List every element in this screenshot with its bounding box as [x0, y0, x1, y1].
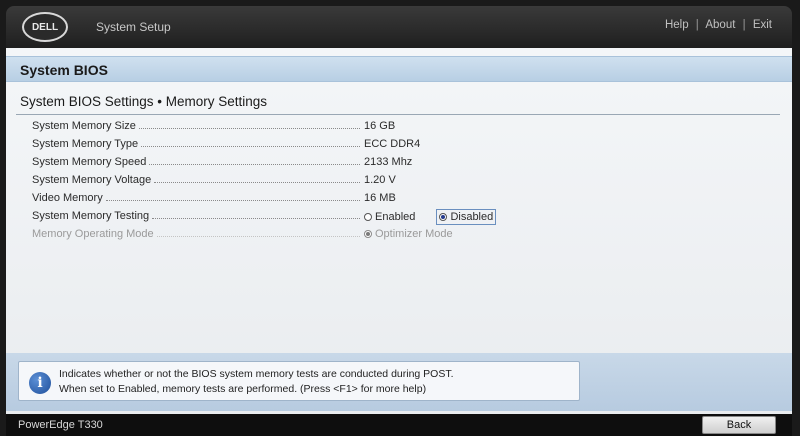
help-line-1: Indicates whether or not the BIOS system… [59, 368, 454, 380]
help-text: Indicates whether or not the BIOS system… [59, 367, 454, 397]
setting-memory-speed: System Memory Speed 2133 Mhz [30, 154, 770, 172]
radio-off-icon [364, 213, 372, 221]
setting-value: ECC DDR4 [364, 138, 421, 150]
setting-memory-size: System Memory Size 16 GB [30, 118, 770, 136]
radio-label: Optimizer Mode [375, 228, 453, 240]
settings-list: System Memory Size 16 GB System Memory T… [30, 118, 770, 244]
subtitle-divider [16, 114, 780, 115]
section-title: System BIOS [20, 62, 108, 78]
exit-link[interactable]: Exit [753, 19, 772, 31]
setting-label: System Memory Size [32, 120, 136, 132]
radio-on-icon [439, 213, 448, 221]
top-header: DELL System Setup Help | About | Exit [6, 6, 792, 48]
setting-video-memory: Video Memory 16 MB [30, 190, 770, 208]
setting-label: Video Memory [32, 192, 103, 204]
help-line-2: When set to Enabled, memory tests are pe… [59, 383, 427, 395]
setting-memory-type: System Memory Type ECC DDR4 [30, 136, 770, 154]
top-links: Help | About | Exit [665, 19, 772, 31]
setting-memory-voltage: System Memory Voltage 1.20 V [30, 172, 770, 190]
page-subtitle: System BIOS Settings • Memory Settings [20, 94, 268, 109]
help-box: i Indicates whether or not the BIOS syst… [18, 361, 580, 401]
radio-label: Disabled [450, 211, 494, 223]
radio-enabled[interactable]: Enabled [364, 211, 415, 223]
radio-on-icon [364, 230, 372, 238]
logo-text: DELL [31, 21, 59, 33]
operating-mode-options: Optimizer Mode [364, 228, 475, 241]
app-title: System Setup [96, 20, 171, 34]
info-icon: i [29, 372, 51, 394]
footer-bar: PowerEdge T330 Back [6, 414, 792, 436]
setting-value: 16 MB [364, 192, 396, 204]
setting-value: 16 GB [364, 120, 396, 132]
setting-label: System Memory Speed [32, 156, 147, 168]
link-separator: | [742, 19, 746, 31]
setting-memory-testing: System Memory Testing Enabled Disabled [30, 208, 770, 226]
dell-logo: DELL [22, 12, 68, 42]
memory-testing-options: Enabled Disabled [364, 209, 517, 225]
radio-disabled[interactable]: Disabled [436, 209, 497, 225]
setting-value: 1.20 V [364, 174, 396, 186]
radio-label: Enabled [375, 211, 416, 223]
setting-label: System Memory Type [32, 138, 139, 150]
about-link[interactable]: About [705, 19, 735, 31]
setting-label: System Memory Voltage [32, 174, 152, 186]
setting-memory-operating-mode: Memory Operating Mode Optimizer Mode [30, 226, 770, 244]
section-band [6, 56, 792, 82]
model-name: PowerEdge T330 [18, 419, 103, 431]
setting-label: System Memory Testing [32, 210, 150, 222]
help-link[interactable]: Help [665, 19, 689, 31]
setting-value: 2133 Mhz [364, 156, 413, 168]
setting-label: Memory Operating Mode [32, 228, 154, 240]
main-page: System BIOS System BIOS Settings • Memor… [6, 48, 792, 414]
link-separator: | [695, 19, 699, 31]
radio-optimizer-mode: Optimizer Mode [364, 228, 453, 240]
back-button[interactable]: Back [702, 416, 776, 434]
